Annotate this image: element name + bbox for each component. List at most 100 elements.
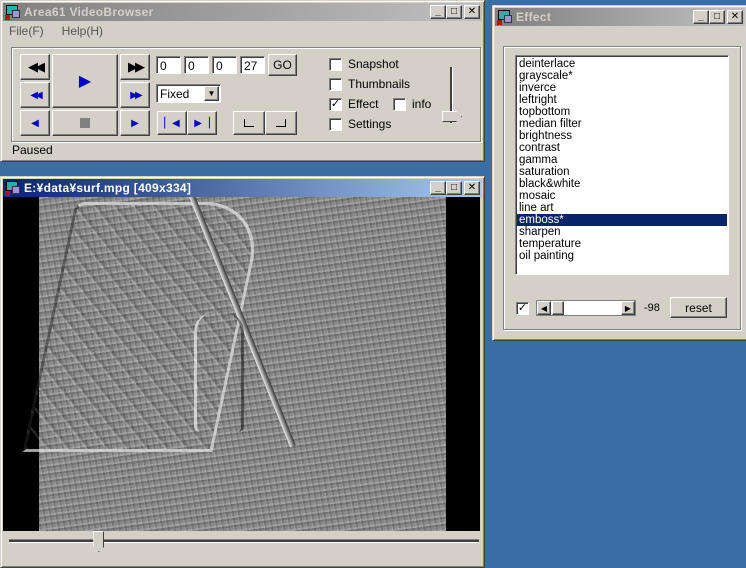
effect-list-item[interactable]: median filter [517, 118, 727, 130]
menu-help[interactable]: Help(H) [62, 24, 103, 38]
close-icon: ✕ [467, 182, 477, 193]
slider-left-button[interactable]: ◀ [537, 301, 551, 315]
effect-list-item[interactable]: deinterlace [517, 58, 727, 70]
prev-frame-icon: ◀ [31, 117, 39, 129]
effect-list-item[interactable]: emboss* [517, 214, 727, 226]
mark-in-icon [244, 119, 254, 127]
effect-list-item[interactable]: mosaic [517, 190, 727, 202]
mark-out-button[interactable] [265, 111, 297, 135]
video-frame [22, 197, 446, 531]
maximize-button[interactable]: □ [446, 5, 462, 19]
effect-list-item[interactable]: leftright [517, 94, 727, 106]
thumbnails-checkbox[interactable]: Thumbnails [329, 77, 410, 91]
next-frame-button[interactable]: ▶ [120, 110, 150, 136]
time-field-minutes[interactable]: 0 [184, 56, 209, 74]
effect-list-item[interactable]: topbottom [517, 106, 727, 118]
effect-list-item[interactable]: line art [517, 202, 727, 214]
effect-app-icon [497, 9, 513, 25]
speed-select[interactable]: Fixed ▼ [156, 84, 221, 103]
snapshot-checkbox[interactable]: Snapshot [329, 57, 399, 71]
effect-label: Effect [348, 97, 379, 111]
minimize-button[interactable]: _ [430, 5, 446, 19]
slider-right-button[interactable]: ▶ [621, 301, 635, 315]
snapshot-label: Snapshot [348, 57, 399, 71]
next-frame-icon: ▶ [131, 117, 139, 129]
app-icon [5, 4, 21, 20]
effect-check[interactable]: ✓ [329, 97, 342, 111]
skip-start-icon: ▏◀ [164, 117, 180, 129]
stop-button[interactable] [52, 110, 118, 136]
maximize-icon: □ [713, 11, 721, 22]
effect-window-title: Effect [516, 10, 552, 24]
effect-list-item[interactable]: contrast [517, 142, 727, 154]
effect-list-item[interactable]: temperature [517, 238, 727, 250]
status-text: Paused [12, 143, 53, 157]
close-icon: ✕ [730, 11, 740, 22]
info-check[interactable] [393, 97, 406, 111]
reset-button[interactable]: reset [670, 297, 727, 318]
stop-icon [80, 118, 90, 128]
settings-check[interactable] [329, 117, 342, 131]
rewind-button[interactable]: ◀◀ [20, 54, 50, 80]
speed-select-value: Fixed [160, 87, 190, 101]
jump-end-button[interactable]: ▶▕ [187, 111, 217, 135]
main-titlebar[interactable]: Area61 VideoBrowser _ □ ✕ [3, 3, 482, 21]
video-close-button[interactable]: ✕ [464, 181, 480, 195]
effect-list-item[interactable]: saturation [517, 166, 727, 178]
fast-forward-icon: ▶▶ [128, 59, 145, 74]
time-field-seconds[interactable]: 0 [212, 56, 237, 74]
step-forward-fast-icon: ▶▶ [130, 89, 143, 101]
effect-close-button[interactable]: ✕ [727, 10, 743, 24]
mark-out-icon [276, 119, 286, 127]
prev-frame-button[interactable]: ◀ [20, 110, 50, 136]
step-back-fast-button[interactable]: ◀◀ [20, 82, 50, 108]
video-minimize-button[interactable]: _ [430, 181, 446, 195]
play-button[interactable]: ▶ [52, 54, 118, 108]
chevron-down-icon: ▼ [207, 89, 216, 98]
video-window-title: E:¥data¥surf.mpg [409x334] [24, 181, 192, 195]
effect-minimize-button[interactable]: _ [693, 10, 709, 24]
go-button[interactable]: GO [268, 54, 297, 76]
mark-in-button[interactable] [233, 111, 265, 135]
time-field-hours[interactable]: 0 [156, 56, 181, 74]
effect-list-item[interactable]: oil painting [517, 250, 727, 262]
seek-slider-track[interactable] [9, 539, 479, 543]
time-field-frames[interactable]: 27 [240, 56, 265, 74]
effect-titlebar[interactable]: Effect _ □ ✕ [495, 8, 745, 26]
snapshot-check[interactable] [329, 57, 342, 71]
close-button[interactable]: ✕ [464, 5, 480, 19]
video-titlebar[interactable]: E:¥data¥surf.mpg [409x334] _ □ ✕ [3, 179, 482, 197]
maximize-icon: □ [450, 6, 458, 17]
fast-forward-button[interactable]: ▶▶ [120, 54, 150, 80]
speed-dropdown-button[interactable]: ▼ [204, 86, 219, 101]
video-app-icon [5, 180, 21, 196]
effect-list-item[interactable]: inverce [517, 82, 727, 94]
menu-file[interactable]: File(F) [9, 24, 44, 38]
play-icon: ▶ [78, 73, 92, 90]
effect-list[interactable]: deinterlace grayscale* inverce leftright top… [515, 55, 729, 275]
thumbnails-check[interactable] [329, 77, 342, 91]
slider-thumb[interactable] [551, 301, 564, 315]
effect-list-item[interactable]: gamma [517, 154, 727, 166]
effect-value: -98 [644, 302, 660, 314]
video-window: E:¥data¥surf.mpg [409x334] _ □ ✕ [0, 176, 485, 568]
effect-checkbox[interactable]: ✓ Effect [329, 97, 378, 111]
effect-list-item[interactable]: grayscale* [517, 70, 727, 82]
info-checkbox[interactable]: info [393, 97, 431, 111]
seek-slider-thumb[interactable] [93, 531, 105, 552]
minimize-icon: _ [435, 6, 441, 17]
step-forward-fast-button[interactable]: ▶▶ [120, 82, 150, 108]
effect-list-item[interactable]: sharpen [517, 226, 727, 238]
effect-maximize-button[interactable]: □ [709, 10, 725, 24]
rewind-icon: ◀◀ [28, 59, 45, 74]
settings-checkbox[interactable]: Settings [329, 117, 391, 131]
video-display[interactable] [3, 197, 480, 531]
jump-start-button[interactable]: ▏◀ [157, 111, 187, 135]
effect-list-item[interactable]: black&white [517, 178, 727, 190]
effect-enable-checkbox[interactable]: ✓ [516, 302, 529, 315]
arrow-left-icon: ◀ [540, 303, 548, 313]
effect-list-item[interactable]: brightness [517, 130, 727, 142]
settings-label: Settings [348, 117, 392, 131]
effect-value-slider[interactable]: ◀ ▶ [536, 300, 636, 316]
video-maximize-button[interactable]: □ [446, 181, 462, 195]
